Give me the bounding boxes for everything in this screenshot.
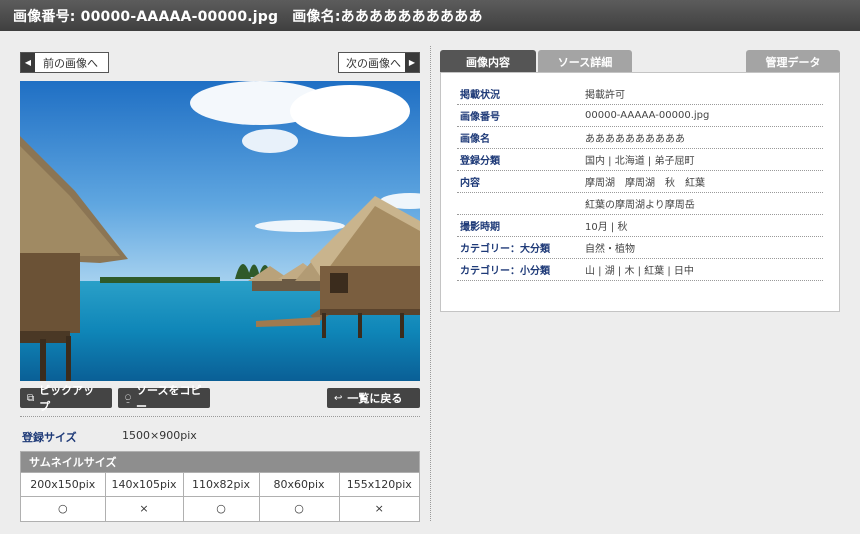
pickup-button[interactable]: ⧉ ピックアップ (20, 384, 112, 413)
tab-management-data[interactable]: 管理データ (746, 50, 840, 73)
arrow-right-icon: ▶ (405, 53, 419, 72)
thumb-availability-cell: ○ (183, 496, 260, 521)
thumb-availability-cell: × (105, 496, 184, 521)
image-number-title: 画像番号: 00000-AAAAA-00000.jpg (13, 8, 279, 25)
detail-label: カテゴリー：大分類 (460, 244, 550, 255)
detail-value: 00000-AAAAA-00000.jpg (585, 110, 710, 121)
thumbnail-size-table: サムネイルサイズ 200x150pix 140x105pix 110x82pix… (20, 451, 420, 522)
detail-value: 山 | 湖 | 木 | 紅葉 | 日中 (585, 266, 694, 277)
details-panel: 画像内容 ソース詳細 管理データ 掲載状況 掲載許可 画像番号 00000-AAAA… (440, 50, 840, 312)
copy-source-button[interactable]: ⍜ ソースをコピー (118, 384, 210, 413)
thumb-size-cell: 200x150pix (21, 472, 106, 497)
title-bar: 画像番号: 00000-AAAAA-00000.jpg 画像名:ああああああああ… (0, 0, 860, 31)
detail-row: 紅葉の摩周湖より摩周岳 (457, 193, 823, 215)
detail-value: 10月 | 秋 (585, 222, 628, 233)
detail-row: カテゴリー：小分類 山 | 湖 | 木 | 紅葉 | 日中 (457, 259, 823, 281)
details-table: 掲載状況 掲載許可 画像番号 00000-AAAAA-00000.jpg 画像名 ああ… (440, 72, 840, 312)
detail-label: 画像番号 (460, 112, 500, 123)
thumb-size-cell: 155x120pix (339, 472, 419, 497)
next-image-button[interactable]: 次の画像へ ▶ (338, 52, 420, 73)
registered-size-value: 1500×900pix (122, 429, 197, 442)
divider (20, 416, 420, 417)
next-image-label: 次の画像へ (346, 56, 401, 70)
thumb-availability-cell: ○ (259, 496, 340, 521)
detail-label: 内容 (460, 178, 480, 189)
pickup-label: ピックアップ (39, 384, 95, 413)
image-name-title: 画像名:ああああああああああ (292, 8, 483, 25)
main-photo (20, 81, 420, 381)
thumb-size-cell: 140x105pix (105, 472, 184, 497)
tab-image-content[interactable]: 画像内容 (440, 50, 536, 73)
pickup-icon: ⧉ (27, 392, 35, 404)
thumbnail-size-row: 200x150pix 140x105pix 110x82pix 80x60pix… (21, 472, 419, 497)
detail-value: ああああああああああ (585, 134, 685, 145)
thumb-availability-cell: × (339, 496, 419, 521)
detail-value: 掲載許可 (585, 90, 625, 101)
detail-label: 掲載状況 (460, 90, 500, 101)
detail-value: 自然・植物 (585, 244, 635, 255)
return-arrow-icon: ↩ (334, 392, 343, 404)
detail-row: 登録分類 国内 | 北海道 | 弟子屈町 (457, 149, 823, 171)
back-to-list-button[interactable]: ↩ 一覧に戻る (327, 388, 420, 408)
action-bar: ⧉ ピックアップ ⍜ ソースをコピー ↩ 一覧に戻る (20, 384, 420, 413)
tab-source-details[interactable]: ソース詳細 (538, 50, 632, 73)
thumbnail-size-header: サムネイルサイズ (21, 452, 419, 472)
detail-row: 撮影時期 10月 | 秋 (457, 215, 823, 237)
copy-source-label: ソースをコピー (136, 384, 202, 413)
detail-row: カテゴリー：大分類 自然・植物 (457, 237, 823, 259)
detail-label: カテゴリー：小分類 (460, 266, 550, 277)
prev-image-label: 前の画像へ (43, 56, 98, 70)
thumb-availability-cell: ○ (21, 496, 106, 521)
detail-row: 内容 摩周湖 摩周湖 秋 紅葉 (457, 171, 823, 193)
detail-value: 摩周湖 摩周湖 秋 紅葉 (585, 178, 705, 189)
thumb-size-cell: 80x60pix (259, 472, 340, 497)
registered-size-label: 登録サイズ (22, 431, 77, 444)
prev-image-button[interactable]: ◀ 前の画像へ (20, 52, 109, 73)
detail-row: 画像名 ああああああああああ (457, 127, 823, 149)
detail-label: 画像名 (460, 134, 490, 145)
thumb-size-cell: 110x82pix (183, 472, 260, 497)
arrow-left-icon: ◀ (21, 53, 35, 72)
mouse-icon: ⍜ (125, 392, 131, 404)
detail-row: 掲載状況 掲載許可 (457, 83, 823, 105)
detail-value: 国内 | 北海道 | 弟子屈町 (585, 156, 695, 167)
detail-row: 画像番号 00000-AAAAA-00000.jpg (457, 105, 823, 127)
detail-label: 登録分類 (460, 156, 500, 167)
back-to-list-label: 一覧に戻る (347, 392, 403, 405)
detail-value: 紅葉の摩周湖より摩周岳 (585, 200, 695, 211)
thumbnail-availability-row: ○ × ○ ○ × (21, 496, 419, 521)
detail-label: 撮影時期 (460, 222, 500, 233)
registered-size: 登録サイズ 1500×900pix (22, 429, 197, 445)
column-divider (430, 46, 431, 521)
